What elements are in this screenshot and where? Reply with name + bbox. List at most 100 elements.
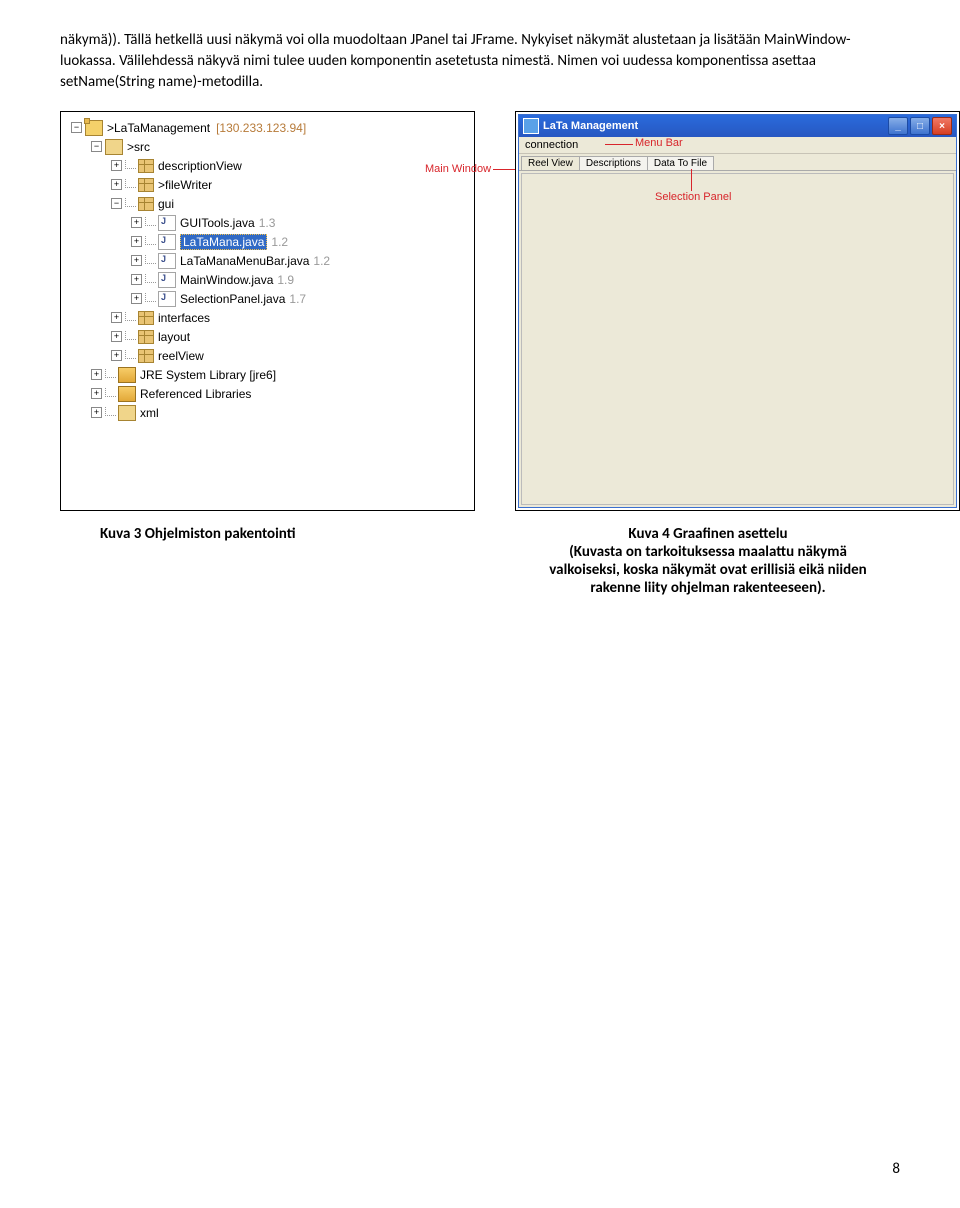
pkg-label: reelView <box>158 349 204 363</box>
page-number: 8 <box>892 1160 900 1178</box>
tree-src[interactable]: − >src <box>65 137 470 156</box>
tree-connector-icon <box>145 293 156 302</box>
tree-connector-icon <box>125 198 136 207</box>
tree-java-selected[interactable]: + LaTaMana.java 1.2 <box>65 232 470 251</box>
root-ip: [130.233.123.94] <box>216 121 306 135</box>
expand-icon[interactable]: + <box>111 350 122 361</box>
maximize-button[interactable]: □ <box>910 117 930 135</box>
java-label: SelectionPanel.java <box>180 292 285 306</box>
package-icon <box>138 159 154 173</box>
menu-connection[interactable]: connection <box>525 139 578 151</box>
tree-connector-icon <box>145 255 156 264</box>
jre-label: JRE System Library [jre6] <box>140 368 276 382</box>
package-icon <box>138 178 154 192</box>
caption-right-title: Kuva 4 Graafinen asettelu <box>628 525 787 543</box>
package-tree-panel: − >LaTaManagement [130.233.123.94] − >sr… <box>60 111 475 511</box>
close-button[interactable]: × <box>932 117 952 135</box>
tree-java[interactable]: + SelectionPanel.java 1.7 <box>65 289 470 308</box>
caption-left: Kuva 3 Ohjelmiston pakentointi <box>60 525 516 597</box>
tree-connector-icon <box>125 312 136 321</box>
tree-connector-icon <box>145 236 156 245</box>
content-area <box>521 173 954 505</box>
tree-pkg[interactable]: + reelView <box>65 346 470 365</box>
caption-right: Kuva 4 Graafinen asettelu (Kuvasta on ta… <box>516 525 900 597</box>
pkg-label: interfaces <box>158 311 210 325</box>
figure-captions: Kuva 3 Ohjelmiston pakentointi Kuva 4 Gr… <box>60 525 900 597</box>
pkg-label: descriptionView <box>158 159 242 173</box>
library-icon <box>118 386 136 402</box>
java-file-icon <box>158 215 176 231</box>
tree-pkg-gui[interactable]: − gui <box>65 194 470 213</box>
tree-connector-icon <box>105 369 116 378</box>
caption-right-body: (Kuvasta on tarkoituksessa maalattu näky… <box>549 543 866 597</box>
java-file-icon <box>158 291 176 307</box>
layout-annotated-figure: Main Window LaTa Management _ □ × conn <box>515 111 960 511</box>
callout-line <box>605 144 633 145</box>
expand-icon[interactable]: + <box>131 236 142 247</box>
version-label: 1.3 <box>259 216 276 230</box>
expand-icon[interactable]: + <box>111 179 122 190</box>
expand-icon[interactable]: + <box>111 312 122 323</box>
tree-connector-icon <box>145 274 156 283</box>
folder-icon <box>105 139 123 155</box>
expand-icon[interactable]: + <box>91 388 102 399</box>
package-icon <box>138 311 154 325</box>
tree-reflibs[interactable]: + Referenced Libraries <box>65 384 470 403</box>
tree-pkg[interactable]: + descriptionView <box>65 156 470 175</box>
collapse-icon[interactable]: − <box>91 141 102 152</box>
java-label: MainWindow.java <box>180 273 273 287</box>
src-label: >src <box>127 140 150 154</box>
expand-icon[interactable]: + <box>91 369 102 380</box>
library-icon <box>118 367 136 383</box>
java-label: GUITools.java <box>180 216 255 230</box>
package-icon <box>138 197 154 211</box>
tab-descriptions[interactable]: Descriptions <box>579 156 648 170</box>
tree-connector-icon <box>145 217 156 226</box>
tree-pkg[interactable]: + >fileWriter <box>65 175 470 194</box>
tab-reelview[interactable]: Reel View <box>521 156 580 170</box>
tree-xml[interactable]: + xml <box>65 403 470 422</box>
root-label: >LaTaManagement <box>107 121 210 135</box>
expand-icon[interactable]: + <box>111 160 122 171</box>
tree-connector-icon <box>125 160 136 169</box>
version-label: 1.2 <box>313 254 330 268</box>
expand-icon[interactable]: + <box>131 255 142 266</box>
collapse-icon[interactable]: − <box>111 198 122 209</box>
tree-java[interactable]: + LaTaManaMenuBar.java 1.2 <box>65 251 470 270</box>
expand-icon[interactable]: + <box>111 331 122 342</box>
minimize-button[interactable]: _ <box>888 117 908 135</box>
tree-java[interactable]: + GUITools.java 1.3 <box>65 213 470 232</box>
callout-line <box>691 169 692 191</box>
tree-java[interactable]: + MainWindow.java 1.9 <box>65 270 470 289</box>
tree-pkg[interactable]: + layout <box>65 327 470 346</box>
pkg-label: layout <box>158 330 190 344</box>
intro-paragraph: näkymä)). Tällä hetkellä uusi näkymä voi… <box>60 30 900 93</box>
expand-icon[interactable]: + <box>131 274 142 285</box>
tree-pkg[interactable]: + interfaces <box>65 308 470 327</box>
reflibs-label: Referenced Libraries <box>140 387 251 401</box>
expand-icon[interactable]: + <box>131 217 142 228</box>
tab-datatofile[interactable]: Data To File <box>647 156 714 170</box>
title-bar[interactable]: LaTa Management _ □ × <box>519 115 956 137</box>
menu-bar[interactable]: connection <box>519 137 956 154</box>
tree-connector-icon <box>105 388 116 397</box>
app-icon <box>523 118 539 134</box>
version-label: 1.9 <box>277 273 294 287</box>
java-label: LaTaManaMenuBar.java <box>180 254 309 268</box>
folder-icon <box>118 405 136 421</box>
figure-row: − >LaTaManagement [130.233.123.94] − >sr… <box>60 111 900 511</box>
callout-line <box>493 169 515 170</box>
package-icon <box>138 349 154 363</box>
tree-jre[interactable]: + JRE System Library [jre6] <box>65 365 470 384</box>
tree-connector-icon <box>125 179 136 188</box>
collapse-icon[interactable]: − <box>71 122 82 133</box>
expand-icon[interactable]: + <box>131 293 142 304</box>
expand-icon[interactable]: + <box>91 407 102 418</box>
tree-connector-icon <box>125 331 136 340</box>
xml-label: xml <box>140 406 159 420</box>
app-window: LaTa Management _ □ × connection Reel Vi… <box>518 114 957 508</box>
tree-connector-icon <box>105 407 116 416</box>
tree-root[interactable]: − >LaTaManagement [130.233.123.94] <box>65 118 470 137</box>
package-icon <box>138 330 154 344</box>
java-file-icon <box>158 234 176 250</box>
